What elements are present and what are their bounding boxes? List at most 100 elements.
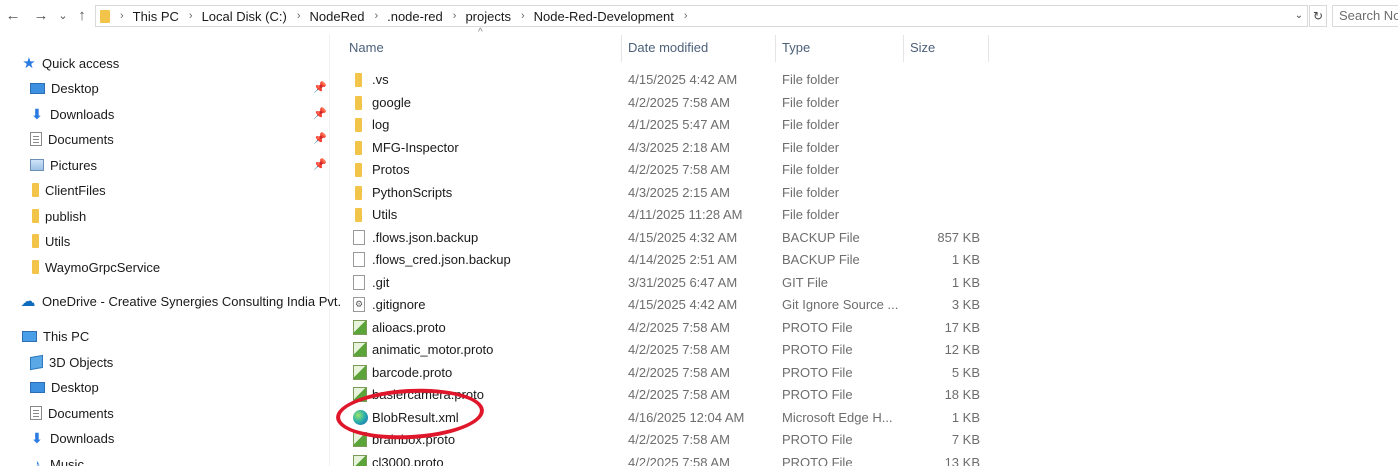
nav-item-documents[interactable]: Documents bbox=[30, 402, 114, 424]
file-row[interactable]: MFG-Inspector 4/3/2025 2:18 AM File folder bbox=[340, 137, 990, 159]
file-name: PythonScripts bbox=[372, 184, 453, 200]
breadcrumb-item[interactable]: NodeRed bbox=[310, 9, 365, 24]
nav-label: Desktop bbox=[51, 80, 99, 96]
file-row[interactable]: .vs 4/15/2025 4:42 AM File folder bbox=[340, 69, 990, 91]
file-type: File folder bbox=[782, 117, 840, 132]
file-row[interactable]: PythonScripts 4/3/2025 2:15 AM File folder bbox=[340, 182, 990, 204]
nav-item-3d-objects[interactable]: 3D Objects bbox=[30, 351, 113, 373]
chevron-right-icon[interactable]: › bbox=[297, 10, 301, 22]
nav-label: Music bbox=[50, 456, 84, 466]
file-row[interactable]: google 4/2/2025 7:58 AM File folder bbox=[340, 92, 990, 114]
nav-item-downloads[interactable]: ⬇ Downloads bbox=[30, 427, 114, 449]
breadcrumb-item[interactable]: .node-red bbox=[387, 9, 443, 24]
nav-item-documents[interactable]: Documents bbox=[30, 128, 114, 150]
file-type: File folder bbox=[782, 72, 840, 87]
forward-arrow-icon[interactable]: → bbox=[31, 6, 51, 26]
search-input[interactable]: Search Node-Red-Development bbox=[1332, 5, 1398, 27]
file-row[interactable]: log 4/1/2025 5:47 AM File folder bbox=[340, 114, 990, 136]
nav-item-clientfiles[interactable]: ClientFiles bbox=[32, 179, 106, 201]
up-arrow-icon[interactable]: ↑ bbox=[72, 6, 92, 26]
file-row[interactable]: Utils 4/11/2025 11:28 AM File folder bbox=[340, 204, 990, 226]
nav-onedrive[interactable]: ☁ OneDrive - Creative Synergies Consulti… bbox=[20, 290, 342, 312]
back-arrow-icon[interactable]: ← bbox=[3, 6, 23, 26]
file-row[interactable]: .flows_cred.json.backup 4/14/2025 2:51 AM… bbox=[340, 249, 990, 271]
file-type: File folder bbox=[782, 94, 840, 110]
cloud-icon: ☁ bbox=[20, 293, 36, 310]
refresh-button[interactable]: ↻ bbox=[1309, 5, 1327, 27]
chevron-right-icon[interactable]: › bbox=[120, 10, 124, 22]
breadcrumb-item[interactable]: Local Disk (C:) bbox=[202, 9, 287, 24]
breadcrumb-item[interactable]: This PC bbox=[133, 9, 179, 24]
file-date-modified: 4/2/2025 7:58 AM bbox=[628, 454, 730, 466]
file-row[interactable]: .gitignore 4/15/2025 4:42 AM Git Ignore So… bbox=[340, 294, 990, 316]
file-row[interactable]: cl3000.proto 4/2/2025 7:58 AM PROTO File 13… bbox=[340, 452, 990, 466]
file-name: alioacs.proto bbox=[372, 319, 446, 335]
recent-locations-icon[interactable]: ⌄ bbox=[53, 6, 73, 26]
nav-label: WaymoGrpcService bbox=[45, 259, 161, 275]
nav-quick-access[interactable]: ★ Quick access bbox=[22, 52, 119, 74]
nav-label: Documents bbox=[48, 405, 114, 421]
file-type: PROTO File bbox=[782, 432, 853, 447]
file-name: .git bbox=[372, 274, 390, 290]
file-row[interactable]: barcode.proto 4/2/2025 7:58 AM PROTO File 5… bbox=[340, 362, 990, 384]
chevron-right-icon[interactable]: › bbox=[521, 10, 525, 22]
column-divider[interactable] bbox=[988, 35, 989, 62]
nav-item-desktop[interactable]: Desktop bbox=[30, 77, 99, 99]
sort-ascending-icon: ^ bbox=[478, 27, 483, 38]
address-input[interactable]: › This PC › Local Disk (C:) › NodeRed › … bbox=[95, 5, 1308, 27]
file-name: Utils bbox=[372, 207, 398, 222]
nav-item-desktop[interactable]: Desktop bbox=[30, 376, 99, 398]
folder-icon bbox=[355, 95, 362, 110]
pin-icon[interactable]: 📌 bbox=[313, 158, 327, 171]
file-size: 1 KB bbox=[951, 274, 980, 290]
file-row[interactable]: Protos 4/2/2025 7:58 AM File folder bbox=[340, 159, 990, 181]
nav-label: OneDrive - Creative Synergies Consulting… bbox=[42, 293, 342, 309]
file-name: .flows.json.backup bbox=[372, 229, 479, 245]
nav-item-pictures[interactable]: Pictures bbox=[30, 154, 97, 176]
column-header-date[interactable]: Date modified bbox=[628, 37, 708, 59]
column-header-size[interactable]: Size bbox=[910, 37, 935, 59]
pin-icon[interactable]: 📌 bbox=[313, 81, 327, 94]
file-row[interactable]: alioacs.proto 4/2/2025 7:58 AM PROTO File 1… bbox=[340, 317, 990, 339]
file-name: Protos bbox=[372, 162, 410, 177]
chevron-right-icon[interactable]: › bbox=[684, 10, 688, 22]
nav-label: ClientFiles bbox=[45, 182, 106, 198]
nav-item-utils[interactable]: Utils bbox=[32, 230, 70, 252]
column-divider[interactable] bbox=[775, 35, 776, 62]
file-row[interactable]: animatic_motor.proto 4/2/2025 7:58 AM PROT… bbox=[340, 339, 990, 361]
folder-icon bbox=[355, 185, 362, 200]
pin-icon[interactable]: 📌 bbox=[313, 107, 327, 120]
chevron-down-icon[interactable]: ⌄ bbox=[1291, 6, 1307, 26]
nav-item-music[interactable]: ♪ Music bbox=[30, 453, 84, 466]
nav-item-waymogrpcservice[interactable]: WaymoGrpcService bbox=[32, 256, 160, 278]
proto-file-icon bbox=[353, 319, 367, 335]
file-type: Microsoft Edge H... bbox=[782, 409, 893, 425]
file-size: 17 KB bbox=[944, 319, 980, 335]
file-date-modified: 4/2/2025 7:58 AM bbox=[628, 364, 730, 380]
file-row[interactable]: .git 3/31/2025 6:47 AM GIT File 1 KB bbox=[340, 272, 990, 294]
file-name: barcode.proto bbox=[372, 364, 453, 380]
column-header-type[interactable]: Type bbox=[782, 37, 810, 59]
chevron-right-icon[interactable]: › bbox=[453, 10, 457, 22]
file-date-modified: 3/31/2025 6:47 AM bbox=[628, 274, 738, 290]
column-header-name[interactable]: Name bbox=[349, 37, 384, 59]
file-size: 1 KB bbox=[951, 409, 980, 425]
file-date-modified: 4/16/2025 12:04 AM bbox=[628, 409, 745, 425]
file-size: 7 KB bbox=[951, 432, 980, 447]
nav-item-publish[interactable]: publish bbox=[32, 205, 86, 227]
folder-icon bbox=[355, 118, 362, 132]
file-type: PROTO File bbox=[782, 387, 853, 402]
pin-icon[interactable]: 📌 bbox=[313, 132, 327, 145]
nav-this-pc[interactable]: This PC bbox=[22, 325, 89, 347]
breadcrumb-item[interactable]: projects bbox=[465, 9, 511, 24]
nav-item-downloads[interactable]: ⬇ Downloads bbox=[30, 103, 114, 125]
chevron-right-icon[interactable]: › bbox=[374, 10, 378, 22]
column-divider[interactable] bbox=[621, 35, 622, 62]
chevron-right-icon[interactable]: › bbox=[189, 10, 193, 22]
breadcrumb-item[interactable]: Node-Red-Development bbox=[534, 9, 674, 24]
column-divider[interactable] bbox=[903, 35, 904, 62]
nav-label: Desktop bbox=[51, 379, 99, 395]
file-type: BACKUP File bbox=[782, 252, 860, 267]
file-row[interactable]: .flows.json.backup 4/15/2025 4:32 AM BACKU… bbox=[340, 227, 990, 249]
file-date-modified: 4/11/2025 11:28 AM bbox=[628, 207, 743, 222]
